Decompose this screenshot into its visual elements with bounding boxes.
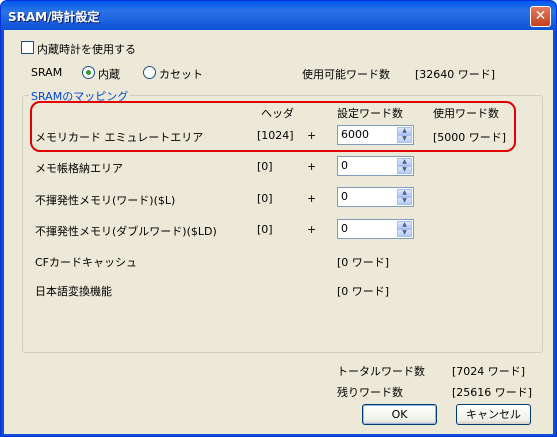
row-label-cf-cache: CFカードキャッシュ (35, 256, 138, 269)
spin-up-icon[interactable]: ▲ (397, 221, 412, 229)
spinbox-buttons: ▲ ▼ (397, 221, 412, 237)
remaining-words-label: 残りワード数 (337, 386, 403, 399)
spinbox-buttons: ▲ ▼ (397, 158, 412, 174)
spin-down-icon[interactable]: ▼ (397, 135, 412, 143)
available-words-label: 使用可能ワード数 (302, 68, 390, 81)
spinbox-value[interactable]: 6000 (341, 128, 369, 141)
available-words-value: [32640 ワード] (415, 68, 496, 81)
window-title: SRAM/時計設定 (8, 10, 100, 24)
sram-radio-builtin[interactable] (82, 66, 95, 79)
column-header-header: ヘッダ (261, 107, 294, 120)
nvram-word-spinbox[interactable]: 0 ▲ ▼ (337, 187, 414, 207)
row-setting-japanese-input: [0 ワード] (337, 285, 390, 298)
row-label-nvram-dword: 不揮発性メモリ(ダブルワード)($LD) (35, 225, 217, 238)
dialog-body: 内蔵時計を使用する SRAM 内蔵 カセット 使用可能ワード数 [32640 ワ… (4, 30, 553, 434)
total-words-value: [7024 ワード] (452, 365, 526, 378)
nvram-dword-spinbox[interactable]: 0 ▲ ▼ (337, 219, 414, 239)
row-label-nvram-word: 不揮発性メモリ(ワード)($L) (35, 194, 176, 207)
remaining-words-value: [25616 ワード] (452, 386, 533, 399)
memcard-words-spinbox[interactable]: 6000 ▲ ▼ (337, 125, 414, 145)
spin-up-icon[interactable]: ▲ (397, 127, 412, 135)
sram-radio-cassette[interactable] (143, 66, 156, 79)
close-button[interactable]: ✕ (530, 6, 551, 27)
row-header-memo: [0] (257, 160, 273, 173)
row-setting-cf-cache: [0 ワード] (337, 256, 390, 269)
row-plus-memo: + (307, 160, 317, 173)
row-plus-nvram-dword: + (307, 223, 317, 236)
memo-words-spinbox[interactable]: 0 ▲ ▼ (337, 156, 414, 176)
column-header-used: 使用ワード数 (433, 107, 499, 120)
spinbox-value[interactable]: 0 (341, 222, 348, 235)
spinbox-value[interactable]: 0 (341, 159, 348, 172)
row-header-nvram-dword: [0] (257, 223, 273, 236)
title-bar[interactable]: SRAM/時計設定 ✕ (1, 1, 556, 31)
row-header-nvram-word: [0] (257, 192, 273, 205)
spin-down-icon[interactable]: ▼ (397, 229, 412, 237)
row-plus-memcard: + (307, 129, 317, 142)
total-words-label: トータルワード数 (337, 365, 425, 378)
cancel-button[interactable]: キャンセル (456, 404, 531, 425)
column-header-setting: 設定ワード数 (337, 107, 403, 120)
row-label-japanese-input: 日本語変換機能 (35, 285, 112, 298)
ok-button[interactable]: OK (362, 404, 437, 425)
spin-down-icon[interactable]: ▼ (397, 166, 412, 174)
spin-up-icon[interactable]: ▲ (397, 158, 412, 166)
builtin-clock-checkbox[interactable] (21, 41, 34, 54)
spin-down-icon[interactable]: ▼ (397, 197, 412, 205)
spinbox-buttons: ▲ ▼ (397, 127, 412, 143)
row-label-memcard: メモリカード エミュレートエリア (35, 131, 204, 144)
row-plus-nvram-word: + (307, 192, 317, 205)
row-label-memo: メモ帳格納エリア (35, 162, 123, 175)
row-used-memcard: [5000 ワード] (433, 131, 507, 144)
builtin-clock-label[interactable]: 内蔵時計を使用する (37, 41, 136, 57)
sram-label: SRAM (31, 66, 63, 79)
row-header-memcard: [1024] (257, 129, 294, 142)
spinbox-value[interactable]: 0 (341, 190, 348, 203)
spin-up-icon[interactable]: ▲ (397, 189, 412, 197)
radio-selected-dot (86, 70, 91, 75)
dialog-window: SRAM/時計設定 ✕ 内蔵時計を使用する SRAM 内蔵 カセット 使用可能ワ… (0, 0, 557, 437)
sram-radio-builtin-label[interactable]: 内蔵 (98, 66, 120, 82)
sram-radio-cassette-label[interactable]: カセット (159, 66, 203, 82)
spinbox-buttons: ▲ ▼ (397, 189, 412, 205)
